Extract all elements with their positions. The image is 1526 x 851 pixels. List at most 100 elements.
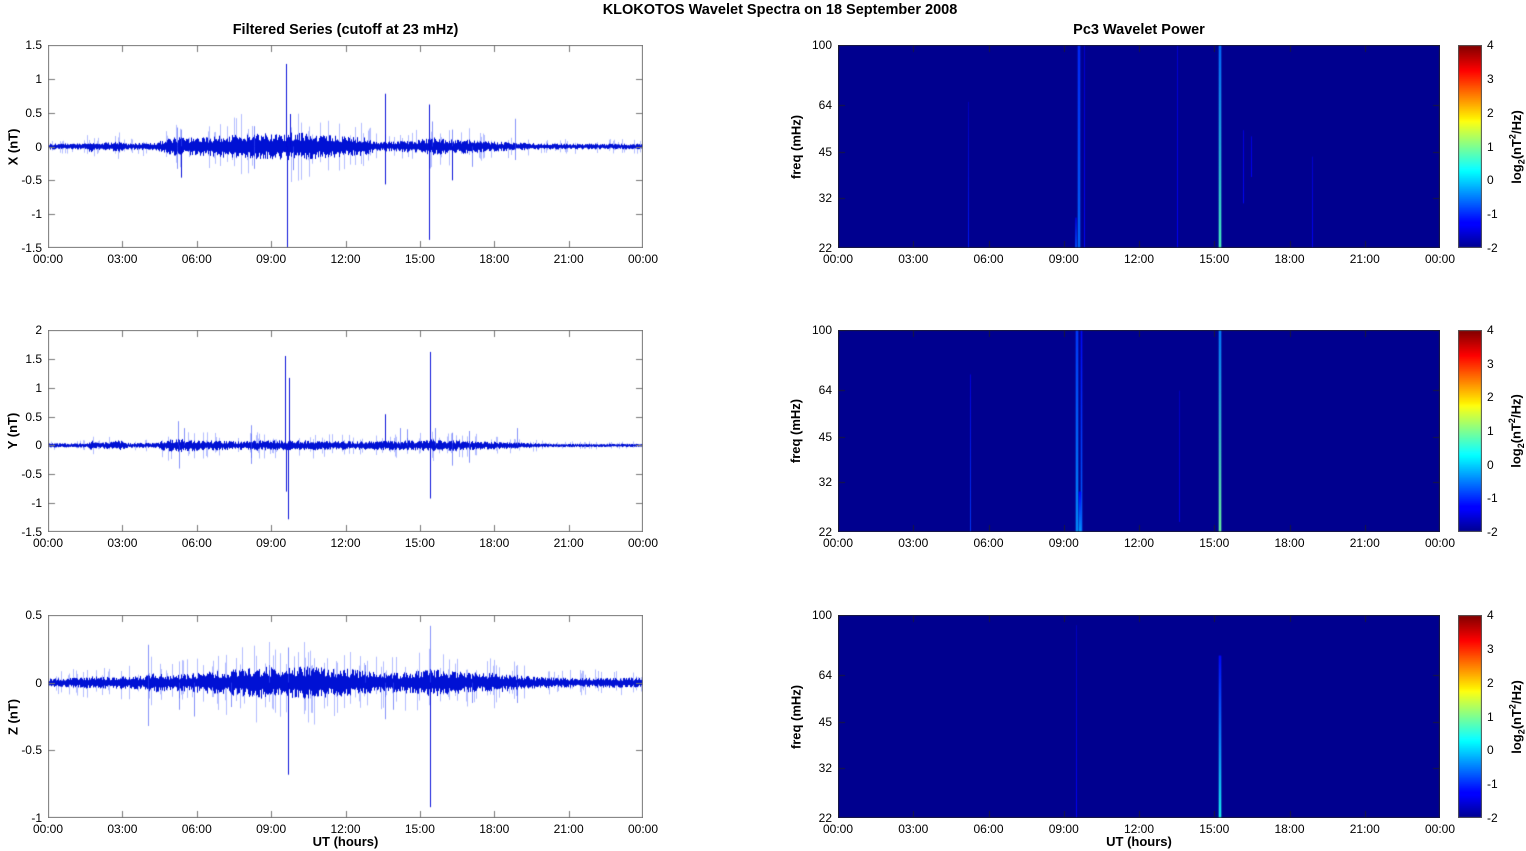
colorbar-label-text: /Hz) xyxy=(1508,394,1524,419)
x-tick-label: 03:00 xyxy=(107,536,138,550)
timeseries-canvas-z xyxy=(48,615,643,818)
x-tick-label: 18:00 xyxy=(1274,252,1305,266)
x-tick-label: 00:00 xyxy=(627,536,659,550)
x-axis-label-timeseries: UT (hours) xyxy=(312,834,379,849)
timeseries-panel-y xyxy=(48,330,643,532)
x-tick-label: 15:00 xyxy=(1199,536,1230,550)
colorbar-tick-label: -2 xyxy=(1487,525,1498,539)
freq-tick-label: 32 xyxy=(818,190,832,205)
colorbar-tick-label: -1 xyxy=(1487,777,1498,792)
colorbar-label-y: log2(nT2/Hz) xyxy=(1503,330,1526,532)
freq-tick-label: 22 xyxy=(818,525,832,539)
freq-axis-label-x: freq (mHz) xyxy=(788,114,803,179)
freq-axis-label-z: freq (mHz) xyxy=(788,684,803,749)
colorbar-label-text: log xyxy=(1508,163,1524,184)
colorbar-label-text: (nT xyxy=(1508,423,1524,444)
colorbar-tick-label: 1 xyxy=(1487,424,1494,438)
y-tick-label: -1.5 xyxy=(21,241,42,255)
colorbar-tick-label: 0 xyxy=(1487,457,1494,472)
colorbar-tick-label: -1 xyxy=(1487,207,1498,222)
colorbar-tick-label: 3 xyxy=(1487,641,1494,656)
freq-axis-label-y: freq (mHz) xyxy=(788,398,803,464)
spectrogram-panel-x xyxy=(838,45,1440,248)
x-tick-label: 00:00 xyxy=(1424,536,1456,550)
x-tick-label: 18:00 xyxy=(1274,536,1305,550)
colorbar-label-text: (nT xyxy=(1508,138,1524,159)
colorbar-tick-label: 2 xyxy=(1487,675,1494,690)
x-tick-label: 09:00 xyxy=(256,252,287,266)
y-tick-label: 1.5 xyxy=(25,351,42,366)
y-tick-label: -0.5 xyxy=(21,743,42,758)
colorbar-tick-label: -2 xyxy=(1487,811,1498,825)
spectrogram-canvas-x xyxy=(838,45,1440,248)
x-tick-label: 21:00 xyxy=(553,536,584,550)
y-tick-label: 2 xyxy=(35,323,42,337)
colorbar-z xyxy=(1458,615,1482,818)
timeseries-title: Filtered Series (cutoff at 23 mHz) xyxy=(232,22,459,38)
x-tick-label: 09:00 xyxy=(1048,822,1079,836)
x-tick-label: 12:00 xyxy=(330,252,361,266)
x-tick-label: 18:00 xyxy=(1274,822,1305,836)
colorbar-tick-label: -1 xyxy=(1487,491,1498,506)
x-tick-label: 12:00 xyxy=(1123,252,1155,266)
freq-tick-label: 100 xyxy=(811,38,832,52)
x-tick-label: 21:00 xyxy=(553,822,584,836)
x-tick-label: 03:00 xyxy=(898,536,929,550)
x-tick-label: 15:00 xyxy=(1199,822,1230,836)
colorbar-tick-label: 2 xyxy=(1487,390,1494,405)
colorbar-y xyxy=(1458,330,1482,532)
colorbar-tick-label: 0 xyxy=(1487,173,1494,188)
y-tick-label: -1 xyxy=(31,811,42,825)
x-tick-label: 09:00 xyxy=(256,536,287,550)
y-tick-label: 0.5 xyxy=(25,409,42,424)
colorbar-label-text: log xyxy=(1508,448,1524,468)
x-tick-label: 21:00 xyxy=(1349,536,1380,550)
y-tick-label: -1.5 xyxy=(21,525,42,539)
x-tick-label: 21:00 xyxy=(1349,822,1380,836)
spectrogram-panel-z xyxy=(838,615,1440,818)
y-tick-label: 0 xyxy=(35,438,42,453)
y-tick-label: 1 xyxy=(35,71,42,86)
x-axis-label-spectrogram: UT (hours) xyxy=(1106,834,1172,849)
colorbar-label-text: log xyxy=(1508,733,1524,754)
colorbar-tick-label: 4 xyxy=(1487,323,1494,337)
colorbar-tick-label: 2 xyxy=(1487,105,1494,120)
x-tick-label: 00:00 xyxy=(1424,252,1456,266)
x-tick-label: 00:00 xyxy=(1424,822,1456,836)
x-tick-label: 03:00 xyxy=(107,252,138,266)
x-tick-label: 18:00 xyxy=(479,252,510,266)
x-tick-label: 00:00 xyxy=(627,252,659,266)
colorbar-label-z: log2(nT2/Hz) xyxy=(1503,615,1526,818)
colorbar-tick-label: 3 xyxy=(1487,356,1494,371)
x-tick-label: 21:00 xyxy=(1349,252,1380,266)
freq-tick-label: 45 xyxy=(818,715,832,730)
figure-title: KLOKOTOS Wavelet Spectra on 18 September… xyxy=(602,2,958,18)
colorbar-label-text: (nT xyxy=(1508,708,1524,729)
colorbar-label-sub: 2 xyxy=(1515,158,1526,164)
colorbar-label-sub: 2 xyxy=(1515,728,1526,734)
colorbar-canvas-z xyxy=(1458,615,1482,818)
freq-tick-label: 64 xyxy=(818,382,832,397)
x-tick-label: 03:00 xyxy=(898,252,929,266)
x-tick-label: 06:00 xyxy=(973,252,1004,266)
y-tick-label: 0 xyxy=(35,139,42,154)
x-tick-label: 18:00 xyxy=(479,822,510,836)
colorbar-tick-label: 1 xyxy=(1487,709,1494,724)
freq-tick-label: 45 xyxy=(818,429,832,444)
freq-tick-label: 22 xyxy=(818,811,832,825)
freq-tick-label: 22 xyxy=(818,241,832,255)
x-tick-label: 09:00 xyxy=(1048,252,1079,266)
x-tick-label: 15:00 xyxy=(404,822,435,836)
x-tick-label: 09:00 xyxy=(1048,536,1079,550)
timeseries-panel-z xyxy=(48,615,643,818)
x-tick-label: 12:00 xyxy=(330,536,361,550)
spectrogram-panel-y xyxy=(838,330,1440,532)
x-tick-label: 06:00 xyxy=(181,536,212,550)
freq-tick-label: 100 xyxy=(811,608,832,622)
timeseries-canvas-x xyxy=(48,45,643,248)
timeseries-canvas-y xyxy=(48,330,643,532)
spectrogram-canvas-y xyxy=(838,330,1440,532)
x-tick-label: 03:00 xyxy=(898,822,929,836)
colorbar-label-text: /Hz) xyxy=(1508,679,1524,704)
x-tick-label: 12:00 xyxy=(1123,536,1155,550)
